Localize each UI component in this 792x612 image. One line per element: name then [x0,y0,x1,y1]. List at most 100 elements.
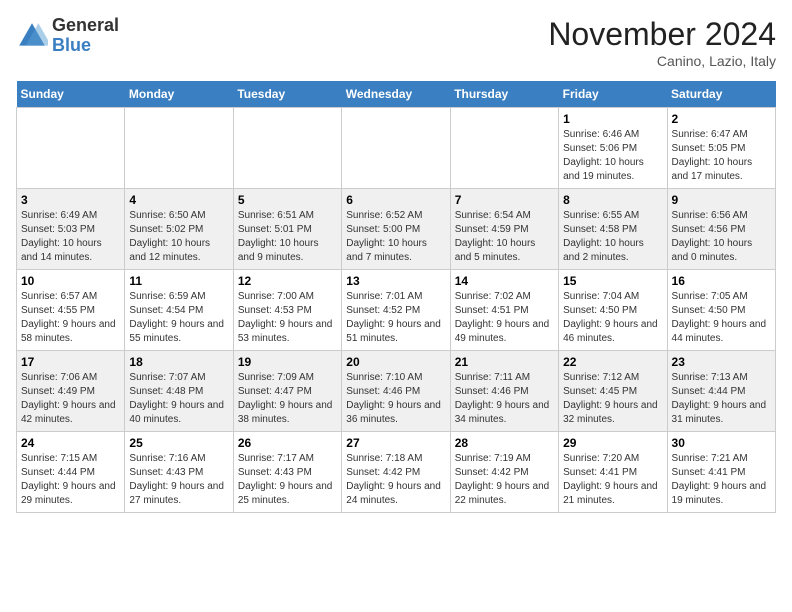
day-number: 30 [672,436,771,450]
logo-text: General Blue [52,16,119,56]
calendar-cell [450,108,558,189]
calendar-cell: 15 Sunrise: 7:04 AM Sunset: 4:50 PM Dayli… [559,270,667,351]
day-number: 12 [238,274,337,288]
day-info: Sunrise: 7:04 AM Sunset: 4:50 PM Dayligh… [563,290,662,346]
day-info: Sunrise: 7:05 AM Sunset: 4:50 PM Dayligh… [672,290,771,346]
day-info: Sunrise: 7:21 AM Sunset: 4:41 PM Dayligh… [672,452,771,508]
logo-icon [16,20,48,52]
weekday-header-sunday: Sunday [17,81,125,108]
day-number: 17 [21,355,120,369]
calendar-cell: 20 Sunrise: 7:10 AM Sunset: 4:46 PM Dayli… [342,351,450,432]
calendar-cell: 7 Sunrise: 6:54 AM Sunset: 4:59 PM Daylig… [450,189,558,270]
day-info: Sunrise: 6:54 AM Sunset: 4:59 PM Dayligh… [455,209,554,265]
calendar-cell: 14Sunrise: 7:02 AM Sunset: 4:51 PM Dayli… [450,270,558,351]
month-title: November 2024 [548,16,776,53]
day-info: Sunrise: 7:13 AM Sunset: 4:44 PM Dayligh… [672,371,771,427]
calendar-cell: 23Sunrise: 7:13 AM Sunset: 4:44 PM Dayli… [667,351,775,432]
day-number: 1 [563,112,662,126]
location: Canino, Lazio, Italy [548,53,776,69]
day-number: 14 [455,274,554,288]
calendar-cell: 16 Sunrise: 7:05 AM Sunset: 4:50 PM Dayli… [667,270,775,351]
day-number: 11 [129,274,228,288]
calendar-cell: 24Sunrise: 7:15 AM Sunset: 4:44 PM Dayli… [17,432,125,513]
day-info: Sunrise: 7:12 AM Sunset: 4:45 PM Dayligh… [563,371,662,427]
calendar-cell: 30 Sunrise: 7:21 AM Sunset: 4:41 PM Dayli… [667,432,775,513]
day-info: Sunrise: 6:56 AM Sunset: 4:56 PM Dayligh… [672,209,771,265]
calendar-week-4: 17Sunrise: 7:06 AM Sunset: 4:49 PM Dayli… [17,351,776,432]
day-info: Sunrise: 7:09 AM Sunset: 4:47 PM Dayligh… [238,371,337,427]
day-info: Sunrise: 7:19 AM Sunset: 4:42 PM Dayligh… [455,452,554,508]
title-area: November 2024 Canino, Lazio, Italy [548,16,776,69]
day-number: 28 [455,436,554,450]
calendar-cell: 13 Sunrise: 7:01 AM Sunset: 4:52 PM Dayli… [342,270,450,351]
calendar-cell: 21 Sunrise: 7:11 AM Sunset: 4:46 PM Dayli… [450,351,558,432]
calendar-cell: 27Sunrise: 7:18 AM Sunset: 4:42 PM Dayli… [342,432,450,513]
day-info: Sunrise: 6:51 AM Sunset: 5:01 PM Dayligh… [238,209,337,265]
logo: General Blue [16,16,119,56]
day-info: Sunrise: 7:11 AM Sunset: 4:46 PM Dayligh… [455,371,554,427]
calendar-cell: 3Sunrise: 6:49 AM Sunset: 5:03 PM Daylig… [17,189,125,270]
weekday-header-friday: Friday [559,81,667,108]
calendar-cell: 12 Sunrise: 7:00 AM Sunset: 4:53 PM Dayli… [233,270,341,351]
calendar-cell: 2 Sunrise: 6:47 AM Sunset: 5:05 PM Daylig… [667,108,775,189]
calendar-cell [17,108,125,189]
day-number: 13 [346,274,445,288]
day-number: 26 [238,436,337,450]
day-number: 18 [129,355,228,369]
calendar-cell: 9 Sunrise: 6:56 AM Sunset: 4:56 PM Daylig… [667,189,775,270]
day-info: Sunrise: 6:46 AM Sunset: 5:06 PM Dayligh… [563,128,662,184]
day-info: Sunrise: 7:00 AM Sunset: 4:53 PM Dayligh… [238,290,337,346]
logo-general: General [52,16,119,36]
page-header: General Blue November 2024 Canino, Lazio… [16,16,776,69]
weekday-header-tuesday: Tuesday [233,81,341,108]
day-info: Sunrise: 6:57 AM Sunset: 4:55 PM Dayligh… [21,290,120,346]
calendar-cell: 19 Sunrise: 7:09 AM Sunset: 4:47 PM Dayli… [233,351,341,432]
day-number: 20 [346,355,445,369]
calendar-week-5: 24Sunrise: 7:15 AM Sunset: 4:44 PM Dayli… [17,432,776,513]
day-number: 7 [455,193,554,207]
day-number: 25 [129,436,228,450]
calendar-cell: 8 Sunrise: 6:55 AM Sunset: 4:58 PM Daylig… [559,189,667,270]
day-number: 19 [238,355,337,369]
day-info: Sunrise: 7:10 AM Sunset: 4:46 PM Dayligh… [346,371,445,427]
day-number: 5 [238,193,337,207]
day-info: Sunrise: 6:55 AM Sunset: 4:58 PM Dayligh… [563,209,662,265]
calendar-cell: 10 Sunrise: 6:57 AM Sunset: 4:55 PM Dayli… [17,270,125,351]
day-number: 3 [21,193,120,207]
logo-blue: Blue [52,36,119,56]
calendar-cell: 25 Sunrise: 7:16 AM Sunset: 4:43 PM Dayli… [125,432,233,513]
day-info: Sunrise: 6:50 AM Sunset: 5:02 PM Dayligh… [129,209,228,265]
calendar-cell: 28 Sunrise: 7:19 AM Sunset: 4:42 PM Dayli… [450,432,558,513]
calendar-cell: 4Sunrise: 6:50 AM Sunset: 5:02 PM Daylig… [125,189,233,270]
calendar-cell: 6 Sunrise: 6:52 AM Sunset: 5:00 PM Daylig… [342,189,450,270]
calendar-cell: 26Sunrise: 7:17 AM Sunset: 4:43 PM Dayli… [233,432,341,513]
day-number: 22 [563,355,662,369]
day-number: 27 [346,436,445,450]
day-number: 24 [21,436,120,450]
weekday-header-saturday: Saturday [667,81,775,108]
weekday-header-monday: Monday [125,81,233,108]
day-number: 15 [563,274,662,288]
calendar-cell: 17Sunrise: 7:06 AM Sunset: 4:49 PM Dayli… [17,351,125,432]
calendar-cell: 5 Sunrise: 6:51 AM Sunset: 5:01 PM Daylig… [233,189,341,270]
day-number: 16 [672,274,771,288]
calendar-week-1: 1 Sunrise: 6:46 AM Sunset: 5:06 PM Daylig… [17,108,776,189]
day-number: 21 [455,355,554,369]
day-number: 8 [563,193,662,207]
day-number: 9 [672,193,771,207]
day-info: Sunrise: 6:52 AM Sunset: 5:00 PM Dayligh… [346,209,445,265]
calendar-cell [233,108,341,189]
calendar-cell [125,108,233,189]
day-number: 6 [346,193,445,207]
day-info: Sunrise: 7:20 AM Sunset: 4:41 PM Dayligh… [563,452,662,508]
day-number: 2 [672,112,771,126]
calendar-cell: 29Sunrise: 7:20 AM Sunset: 4:41 PM Dayli… [559,432,667,513]
day-info: Sunrise: 7:07 AM Sunset: 4:48 PM Dayligh… [129,371,228,427]
day-info: Sunrise: 6:47 AM Sunset: 5:05 PM Dayligh… [672,128,771,184]
day-number: 10 [21,274,120,288]
day-info: Sunrise: 7:16 AM Sunset: 4:43 PM Dayligh… [129,452,228,508]
calendar-cell: 11Sunrise: 6:59 AM Sunset: 4:54 PM Dayli… [125,270,233,351]
calendar-cell: 1 Sunrise: 6:46 AM Sunset: 5:06 PM Daylig… [559,108,667,189]
day-info: Sunrise: 7:01 AM Sunset: 4:52 PM Dayligh… [346,290,445,346]
calendar-cell: 18 Sunrise: 7:07 AM Sunset: 4:48 PM Dayli… [125,351,233,432]
